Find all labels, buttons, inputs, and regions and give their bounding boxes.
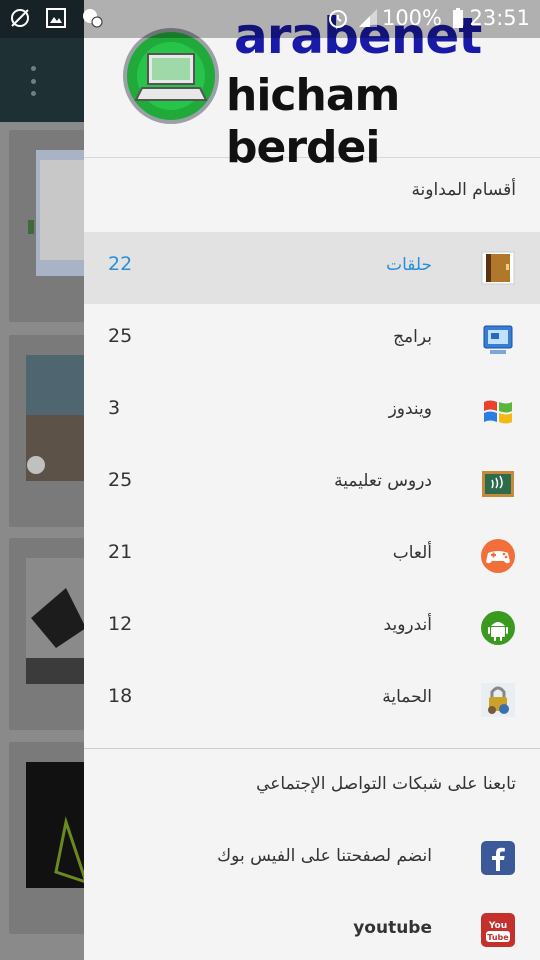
book-icon xyxy=(481,251,515,285)
category-item-security[interactable]: الحماية 18 xyxy=(84,664,540,736)
logo-text-hicham-berdei: hicham berdei xyxy=(226,70,400,173)
android-icon xyxy=(481,611,515,645)
svg-text:Tube: Tube xyxy=(487,933,509,942)
section-divider xyxy=(84,748,540,749)
category-item-programs[interactable]: برامج 25 xyxy=(84,304,540,376)
category-label: الحماية xyxy=(382,687,432,707)
signal-icon xyxy=(359,9,377,27)
category-item-tutorials[interactable]: دروس تعليمية 25 xyxy=(84,448,540,520)
battery-icon xyxy=(453,8,463,28)
facebook-icon xyxy=(481,841,515,875)
social-label: انضم لصفحتنا على الفيس بوك xyxy=(217,846,432,866)
categories-section-title: أقسام المداونة xyxy=(411,180,516,200)
settings-notify-icon xyxy=(83,9,103,28)
lock-icon xyxy=(481,683,515,717)
battery-percent: 100% xyxy=(381,6,442,30)
scrim[interactable] xyxy=(0,0,84,960)
category-count: 25 xyxy=(108,325,133,347)
gallery-icon xyxy=(46,8,66,28)
category-count: 18 xyxy=(108,685,133,707)
category-item-games[interactable]: ألعاب 21 xyxy=(84,520,540,592)
alarm-icon xyxy=(329,10,347,28)
social-label: youtube xyxy=(353,918,432,938)
facebook-page-link[interactable]: انضم لصفحتنا على الفيس بوك xyxy=(84,822,540,894)
category-count: 25 xyxy=(108,469,133,491)
status-bar: 100% 23:51 xyxy=(0,0,540,38)
clock: 23:51 xyxy=(469,6,530,30)
social-section-title: تابعنا على شبكات التواصل الإجتماعي xyxy=(256,774,516,794)
svg-text:You: You xyxy=(488,921,507,931)
computer-icon xyxy=(483,325,513,354)
navigation-drawer: arabenet hicham berdei أقسام المداونة حل… xyxy=(84,0,540,960)
category-count: 12 xyxy=(108,613,133,635)
youtube-link[interactable]: You Tube youtube xyxy=(84,894,540,960)
category-count: 21 xyxy=(108,541,133,563)
category-label: برامج xyxy=(393,327,432,347)
category-count: 22 xyxy=(108,253,133,275)
category-label: دروس تعليمية xyxy=(334,471,432,491)
windows-icon xyxy=(484,400,512,424)
category-item-windows[interactable]: ويندوز 3 xyxy=(84,376,540,448)
category-item-episodes[interactable]: حلقات 22 xyxy=(84,232,540,304)
category-label: حلقات xyxy=(386,255,432,275)
category-label: ألعاب xyxy=(392,543,432,563)
category-count: 3 xyxy=(108,397,121,419)
category-label: أندرويد xyxy=(383,615,432,635)
gamepad-icon xyxy=(481,539,515,573)
blackboard-icon xyxy=(482,471,514,497)
youtube-icon: You Tube xyxy=(481,913,515,947)
no-sync-icon xyxy=(11,9,29,27)
category-item-android[interactable]: أندرويد 12 xyxy=(84,592,540,664)
category-label: ويندوز xyxy=(388,399,432,419)
